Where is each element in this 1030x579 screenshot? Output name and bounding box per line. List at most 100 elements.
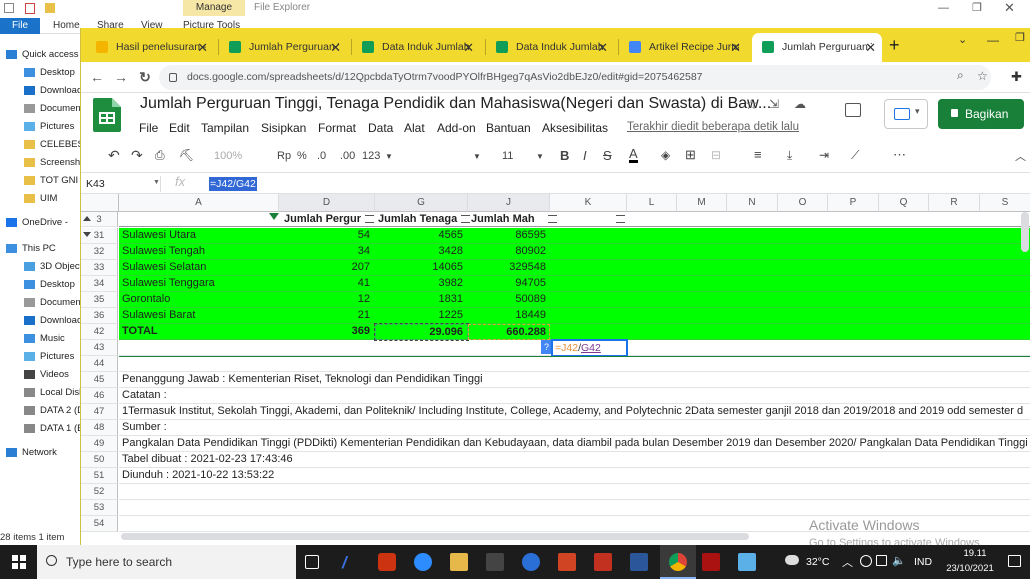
note-cell[interactable]: Tabel dibuat : 2021-02-23 17:43:46 <box>122 452 293 467</box>
table-row[interactable]: Tabel dibuat : 2021-02-23 17:43:46 <box>119 452 1030 468</box>
app-red-icon[interactable] <box>702 553 720 571</box>
province-cell[interactable]: Sulawesi Tenggara <box>122 276 215 291</box>
ribbon-tab-file[interactable]: File <box>0 18 40 34</box>
nav-item[interactable]: Screensho <box>0 154 80 171</box>
document-title[interactable]: Jumlah Perguruan Tinggi, Tenaga Pendidik… <box>140 95 771 113</box>
nav-item[interactable]: DATA 2 (D <box>0 402 80 419</box>
spreadsheet-grid[interactable]: ADGJKLMNOPQRS 3 Jumlah Pergur Jumlah Tenag… <box>81 194 1030 545</box>
nav-item[interactable]: Music <box>0 330 80 347</box>
nav-item[interactable]: Local Disk <box>0 384 80 401</box>
lecturers-cell[interactable]: 4565 <box>374 228 467 243</box>
taskbar-search-box[interactable]: Type here to search <box>37 545 296 579</box>
tab-close-icon[interactable]: ✕ <box>197 34 208 61</box>
browser-tab[interactable]: Data Induk Jumlah P ✕ <box>352 33 480 62</box>
province-cell[interactable]: Sulawesi Tengah <box>122 244 205 259</box>
nav-item[interactable]: This PC <box>0 240 80 257</box>
nav-item[interactable]: Documents <box>0 100 80 117</box>
province-cell[interactable]: Sulawesi Selatan <box>122 260 206 275</box>
row-header[interactable]: 48 <box>81 420 118 436</box>
bold-icon[interactable]: B <box>560 148 569 163</box>
menu-bantuan[interactable]: Bantuan <box>486 121 531 135</box>
province-cell[interactable]: Gorontalo <box>122 292 170 307</box>
row-header[interactable]: 53 <box>81 500 118 516</box>
strikethrough-icon[interactable]: S <box>603 148 612 163</box>
filter-icon[interactable] <box>548 215 557 223</box>
omnibox[interactable]: docs.google.com/spreadsheets/d/12QpcbdaT… <box>159 65 991 90</box>
institutions-cell[interactable]: 41 <box>281 276 374 291</box>
forward-icon[interactable]: → <box>109 65 133 89</box>
select-all-corner[interactable] <box>81 194 119 212</box>
lecturers-cell[interactable]: 14065 <box>374 260 467 275</box>
name-box-caret-icon[interactable]: ▼ <box>153 179 160 186</box>
note-cell[interactable]: Pangkalan Data Pendidikan Tinggi (PDDikt… <box>122 436 1030 451</box>
increase-decimal-button[interactable]: .00 <box>340 150 355 162</box>
new-folder-icon[interactable] <box>45 3 55 13</box>
lecturers-cell[interactable]: 3428 <box>374 244 467 259</box>
reload-icon[interactable]: ↻ <box>133 65 157 89</box>
formula-input[interactable]: =J42/G42 <box>209 177 257 191</box>
total-lecturers[interactable]: 29.096 <box>374 323 469 341</box>
column-header-n[interactable]: N <box>727 194 778 212</box>
cell-editor[interactable]: =J42/G42 <box>551 339 628 357</box>
table-row[interactable] <box>119 356 1030 372</box>
row-header[interactable]: 35 <box>81 292 118 308</box>
row-header[interactable]: 49 <box>81 436 118 452</box>
table-row[interactable]: Pangkalan Data Pendidikan Tinggi (PDDikt… <box>119 436 1030 452</box>
column-header-k[interactable]: K <box>550 194 627 212</box>
borders-icon[interactable]: ⊞ <box>685 147 696 163</box>
text-rotation-icon[interactable]: ⟋ <box>851 148 859 163</box>
students-cell[interactable]: 86595 <box>467 228 549 243</box>
total-label[interactable]: TOTAL <box>122 324 158 339</box>
zoom-search-icon[interactable]: ⌕ <box>957 68 964 83</box>
font-select-caret-icon[interactable]: ▼ <box>473 152 481 161</box>
extensions-puzzle-icon[interactable]: ✚ <box>1011 69 1022 85</box>
table-row[interactable] <box>119 500 1030 516</box>
filter-icon[interactable] <box>365 215 374 223</box>
collapse-arrow-icon[interactable] <box>83 216 91 221</box>
chrome-taskbar-button[interactable] <box>660 545 696 579</box>
row-header[interactable]: 45 <box>81 372 118 388</box>
collapse-menu-icon[interactable]: ︿ <box>1015 148 1026 164</box>
note-cell[interactable]: Catatan : <box>122 388 167 403</box>
nav-item[interactable]: Desktop <box>0 64 80 81</box>
hidden-columns-arrow-icon[interactable] <box>465 199 471 207</box>
row-header[interactable]: 33 <box>81 260 118 276</box>
cloud-status-icon[interactable]: ☁ <box>794 97 806 111</box>
nav-item[interactable]: 3D Objects <box>0 258 80 275</box>
app-tray-icon[interactable] <box>860 555 872 567</box>
institutions-cell[interactable]: 207 <box>281 260 374 275</box>
browser-tab[interactable]: Data Induk Jumlah P ✕ <box>486 33 614 62</box>
row-header[interactable]: 42 <box>81 324 118 340</box>
table-row[interactable]: ? =J42/G42 <box>119 339 1030 357</box>
column-header-a[interactable]: A <box>119 194 279 212</box>
note-cell[interactable]: Penanggung Jawab : Kementerian Riset, Te… <box>122 372 483 387</box>
new-tab-plus-icon[interactable]: + <box>889 33 900 57</box>
menu-file[interactable]: File <box>139 121 158 135</box>
text-color-icon[interactable]: A <box>629 147 638 163</box>
column-header-r[interactable]: R <box>929 194 980 212</box>
institutions-cell[interactable]: 21 <box>281 308 374 323</box>
nav-item[interactable]: Videos <box>0 366 80 383</box>
nav-item[interactable]: OneDrive - <box>0 214 80 231</box>
lecturers-cell[interactable]: 3982 <box>374 276 467 291</box>
total-row[interactable]: TOTAL 369 29.096 660.288 <box>119 323 1030 341</box>
present-button[interactable]: ▾ <box>884 99 928 129</box>
note-cell[interactable]: 1Termasuk Institut, Sekolah Tinggi, Akad… <box>122 404 1023 419</box>
weather-cloud-icon[interactable] <box>785 555 799 565</box>
star-icon[interactable]: ☆ <box>745 96 758 113</box>
browser-tab[interactable]: Hasil penelusuran - G✕ <box>86 33 214 62</box>
clock-time[interactable]: 19.11 <box>950 548 1000 559</box>
hidden-columns-arrow-icon[interactable] <box>372 199 378 207</box>
nav-item[interactable]: Pictures <box>0 118 80 135</box>
tab-search-chevron-icon[interactable]: ⌄ <box>958 33 967 46</box>
percent-format-button[interactable]: % <box>297 150 307 162</box>
nav-item[interactable]: Pictures <box>0 348 80 365</box>
window-minimize-icon[interactable]: — <box>987 33 999 47</box>
undo-icon[interactable]: ↶ <box>108 147 120 164</box>
row-header[interactable]: 54 <box>81 516 118 532</box>
browser-tab[interactable]: Jumlah Perguruan Ti ✕ <box>219 33 347 62</box>
windows-start-icon[interactable] <box>12 555 26 569</box>
column-header-m[interactable]: M <box>677 194 727 212</box>
nav-item[interactable]: DATA 1 (E <box>0 420 80 437</box>
italic-icon[interactable]: I <box>583 148 587 163</box>
